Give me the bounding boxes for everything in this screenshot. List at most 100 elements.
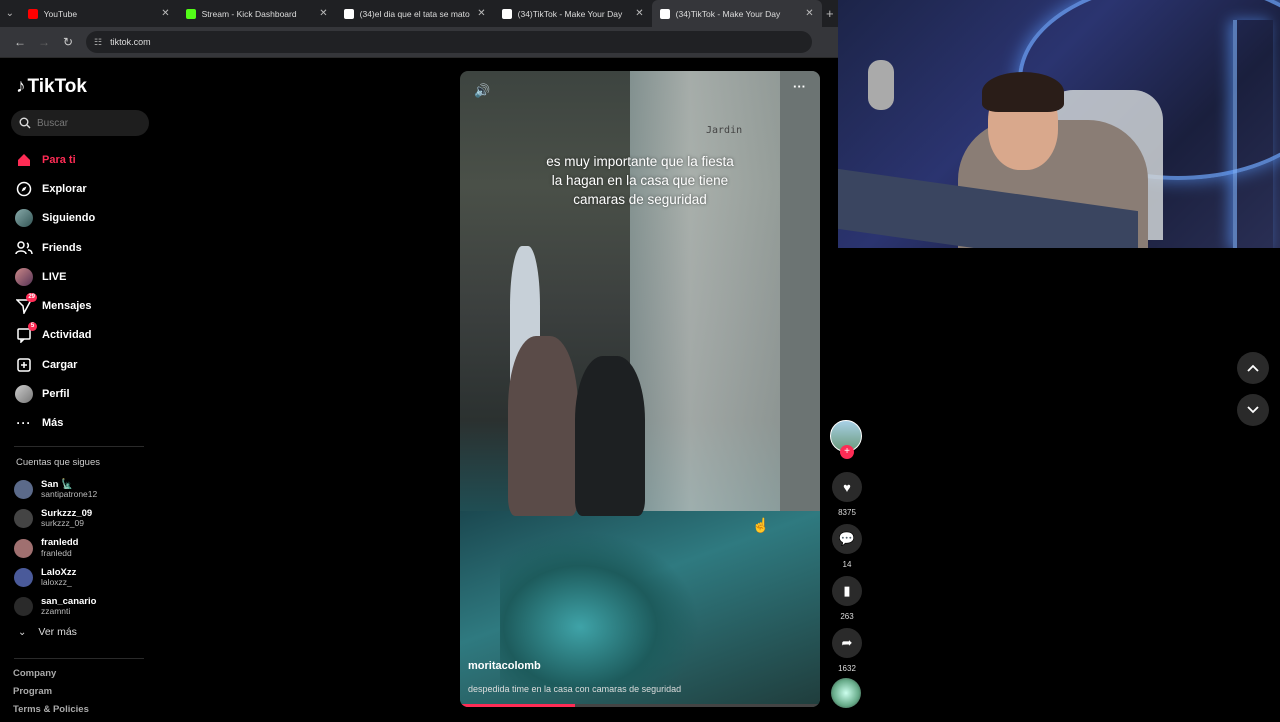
friends-icon: [14, 238, 34, 258]
video-player[interactable]: Jardin 🔊 ··· es muy importante que la fi…: [460, 71, 820, 707]
home-icon: [14, 150, 34, 170]
following-list: San 🗽 santipatrone12 Surkzzz_09 surkzzz_09 f…: [14, 475, 154, 621]
following-account[interactable]: LaloXzz laloxzz_: [14, 563, 154, 592]
comment-icon[interactable]: 💬: [832, 524, 862, 554]
sidebar-item-label: Mensajes: [42, 300, 92, 313]
avatar: [14, 597, 33, 617]
sidebar-item-mensajes[interactable]: 29 Mensajes: [14, 291, 154, 320]
footer-link[interactable]: Terms & Policies: [13, 704, 89, 722]
sidebar-item-label: Explorar: [42, 182, 87, 195]
sidebar-divider: [14, 446, 144, 447]
action-bar: + ♥ 8375 💬 14 ▮ 263 ➦ 1632: [830, 420, 864, 708]
music-disc-icon[interactable]: [831, 678, 861, 708]
reload-button[interactable]: ↻: [56, 35, 80, 49]
close-tab-icon[interactable]: ✕: [805, 8, 813, 19]
share-action[interactable]: ➦ 1632: [831, 628, 863, 673]
sidebar-item-más[interactable]: ··· Más: [14, 409, 154, 438]
volume-icon[interactable]: 🔊: [474, 83, 490, 99]
webcam-overlay: [838, 0, 1280, 248]
see-more-button[interactable]: ⌄ Ver más: [18, 626, 77, 638]
video-person: [508, 336, 578, 516]
bookmark-icon[interactable]: ▮: [832, 576, 862, 606]
follow-plus-icon[interactable]: +: [840, 445, 854, 459]
comment-count: 14: [842, 560, 852, 569]
following-account[interactable]: San 🗽 santipatrone12: [14, 475, 154, 504]
avatar: [14, 480, 33, 500]
neon-light: [1233, 20, 1273, 248]
sidebar-item-friends[interactable]: Friends: [14, 233, 154, 262]
video-username[interactable]: moritacolomb: [468, 660, 541, 672]
search-input[interactable]: [37, 117, 137, 129]
more-options-icon[interactable]: ···: [793, 79, 806, 94]
sidebar-item-label: Cargar: [42, 358, 78, 371]
microphone: [868, 60, 894, 110]
sidebar-item-cargar[interactable]: Cargar: [14, 350, 154, 379]
sidebar-item-perfil[interactable]: Perfil: [14, 379, 154, 408]
share-icon[interactable]: ➦: [832, 628, 862, 658]
following-account[interactable]: san_canario zzamnti: [14, 592, 154, 621]
tab-favicon-icon: [501, 8, 512, 19]
browser-tab[interactable]: YouTube ✕: [20, 0, 178, 27]
creator-avatar[interactable]: +: [830, 420, 862, 459]
following-account[interactable]: franledd franledd: [14, 534, 154, 563]
sidebar-item-label: Friends: [42, 241, 82, 254]
browser-tab[interactable]: (34)el dia que el tata se mato a la ✕: [336, 0, 494, 27]
search-box[interactable]: [11, 110, 149, 136]
notification-badge: 5: [28, 322, 37, 332]
close-tab-icon[interactable]: ✕: [635, 8, 643, 19]
tiktok-note-icon: ♪: [16, 76, 26, 97]
see-more-label: Ver más: [38, 626, 77, 638]
heart-icon[interactable]: ♥: [832, 472, 862, 502]
inbox-icon: 5: [14, 322, 37, 345]
tab-search-button[interactable]: ⌄: [0, 0, 20, 27]
browser-tab[interactable]: (34)TikTok - Make Your Day ✕: [651, 0, 822, 27]
browser-tab[interactable]: Stream - Kick Dashboard ✕: [178, 0, 336, 27]
sidebar-item-actividad[interactable]: 5 Actividad: [14, 321, 154, 350]
sidebar-item-label: Para ti: [42, 153, 76, 166]
following-account[interactable]: Surkzzz_09 surkzzz_09: [14, 504, 154, 533]
sidebar-item-explorar[interactable]: Explorar: [14, 174, 154, 203]
account-handle: surkzzz_09: [41, 518, 84, 529]
sidebar-item-label: Actividad: [42, 329, 92, 342]
tab-favicon-icon: [185, 8, 196, 19]
close-tab-icon[interactable]: ✕: [319, 8, 327, 19]
account-handle: zzamnti: [41, 606, 71, 617]
tab-title: Stream - Kick Dashboard: [201, 8, 297, 19]
sidebar: ♪ TikTok Para ti Explorar Siguiendo Friends…: [0, 58, 160, 720]
video-description: despedida time en la casa con camaras de…: [468, 684, 682, 694]
save-action[interactable]: ▮ 263: [831, 576, 863, 621]
footer-link[interactable]: Company: [13, 668, 89, 686]
sidebar-item-live[interactable]: LIVE: [14, 262, 154, 291]
sidebar-item-para-ti[interactable]: Para ti: [14, 145, 154, 174]
tab-title: (34)TikTok - Make Your Day: [675, 8, 781, 19]
avatar: [14, 509, 33, 529]
search-icon: [19, 117, 31, 129]
sidebar-item-label: Siguiendo: [42, 212, 96, 225]
new-tab-button[interactable]: +: [822, 6, 838, 21]
tiktok-logo[interactable]: ♪ TikTok: [16, 76, 87, 98]
following-title: Cuentas que sigues: [16, 457, 100, 468]
footer-links: Company Program Terms & Policies: [13, 668, 89, 722]
previous-video-button[interactable]: [1237, 352, 1269, 384]
comment-action[interactable]: 💬 14: [831, 524, 863, 569]
site-info-icon[interactable]: ☷: [94, 37, 102, 48]
streamer-hair: [982, 72, 1064, 112]
like-count: 8375: [838, 508, 856, 517]
sidebar-item-label: Más: [42, 417, 64, 430]
url-field[interactable]: ☷ tiktok.com: [86, 31, 812, 53]
sidebar-item-label: LIVE: [42, 270, 67, 283]
next-video-button[interactable]: [1237, 394, 1269, 426]
tab-title: YouTube: [43, 8, 78, 19]
mouse-cursor-icon: ☝: [752, 517, 770, 533]
back-button[interactable]: ←: [8, 35, 32, 49]
sidebar-item-label: Perfil: [42, 388, 70, 401]
logo-text: TikTok: [27, 76, 87, 97]
sidebar-item-siguiendo[interactable]: Siguiendo: [14, 204, 154, 233]
footer-link[interactable]: Program: [13, 686, 89, 704]
like-action[interactable]: ♥ 8375: [831, 472, 863, 517]
close-tab-icon[interactable]: ✕: [477, 8, 485, 19]
forward-button[interactable]: →: [32, 35, 56, 49]
close-tab-icon[interactable]: ✕: [161, 8, 169, 19]
browser-tab[interactable]: (34)TikTok - Make Your Day ✕: [494, 0, 652, 27]
video-progress-bar[interactable]: [460, 704, 820, 707]
